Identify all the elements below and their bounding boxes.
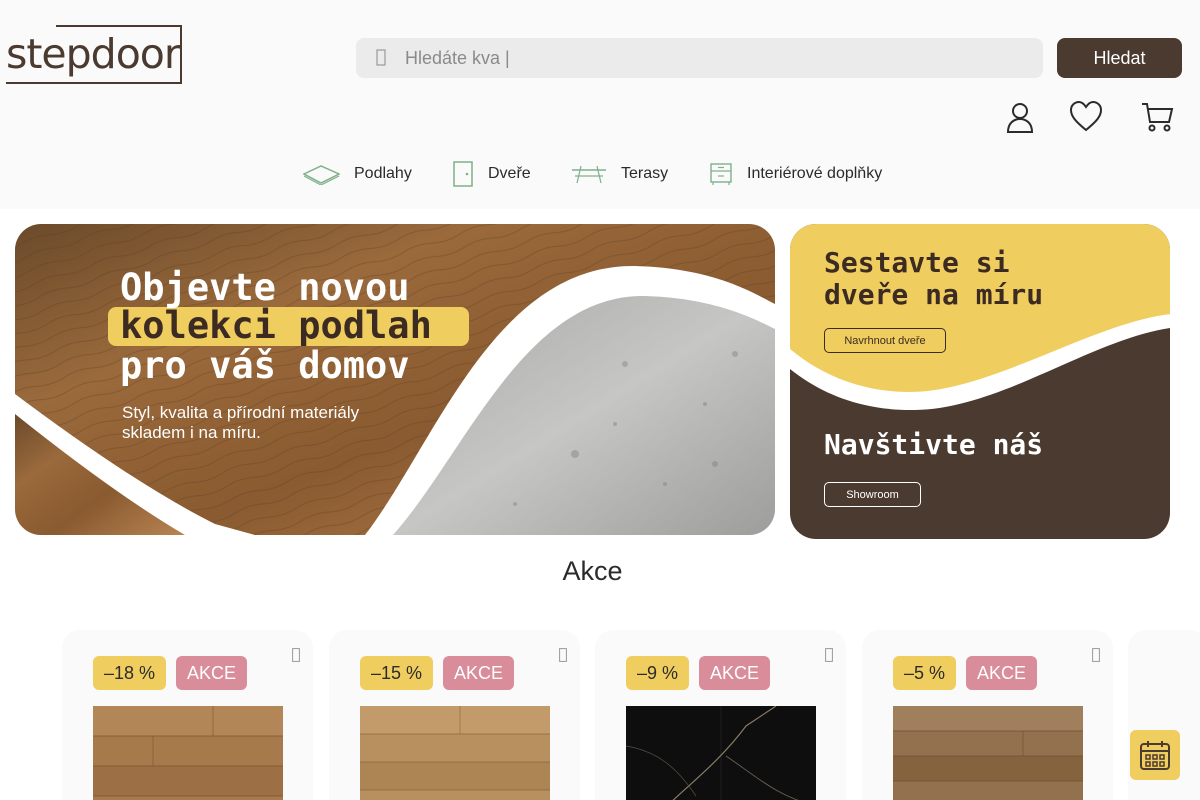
product-image[interactable] [93, 706, 283, 800]
search-button[interactable]: Hledat [1057, 38, 1182, 78]
product-image[interactable] [893, 706, 1083, 800]
nav-item-terasy[interactable]: Terasy [571, 158, 668, 190]
wishlist-icon[interactable] [292, 648, 300, 662]
nav-label: Podlahy [354, 165, 412, 182]
discount-badge: –15 % [360, 656, 434, 690]
sale-badge: AKCE [176, 656, 248, 690]
hero-title-line3: pro váš domov [120, 344, 410, 387]
floor-icon [303, 163, 340, 185]
logo[interactable]: stepdoor [4, 25, 182, 84]
search-icon [376, 49, 386, 66]
calendar-button[interactable] [1130, 730, 1180, 780]
hero-subtitle-line2: skladem i na míru. [122, 423, 261, 442]
logo-text: stepdoor [6, 30, 181, 78]
calendar-icon [1140, 741, 1170, 770]
side-title-line3: Navštivte náš [824, 428, 1044, 461]
nav-item-podlahy[interactable]: Podlahy [303, 158, 412, 190]
hero-title-line2: kolekci podlah [120, 304, 432, 347]
discount-badge: –5 % [893, 656, 957, 690]
product-card[interactable]: –15 % AKCE [329, 630, 580, 800]
discount-badge: –9 % [626, 656, 690, 690]
side-title-line2: dveře na míru [824, 278, 1044, 311]
discount-badge: –18 % [93, 656, 167, 690]
sale-badge: AKCE [966, 656, 1038, 690]
sale-badge: AKCE [699, 656, 771, 690]
product-image[interactable] [360, 706, 550, 800]
section-title: Akce [562, 556, 623, 586]
wishlist-icon[interactable] [1092, 648, 1100, 662]
nav-label: Interiérové doplňky [747, 165, 883, 182]
side-banner: Sestavte si dveře na míru Navrhnout dveř… [790, 224, 1170, 539]
showroom-button[interactable]: Showroom [824, 482, 921, 507]
search-input[interactable] [405, 38, 1025, 78]
sale-badge: AKCE [443, 656, 515, 690]
nav-item-dvere[interactable]: Dveře [452, 158, 531, 190]
product-card[interactable]: –9 % AKCE [595, 630, 846, 800]
nav-item-interierove-doplnky[interactable]: Interiérové doplňky [709, 158, 882, 190]
hero-title-line1: Objevte novou [120, 266, 410, 309]
nav-label: Dveře [488, 165, 531, 182]
terrace-icon [571, 164, 607, 184]
hero-banner[interactable]: Objevte novou kolekci podlah pro váš dom… [15, 224, 775, 535]
wishlist-icon[interactable] [559, 648, 567, 662]
product-card[interactable]: –18 % AKCE [62, 630, 313, 800]
product-card[interactable]: –5 % AKCE [862, 630, 1113, 800]
design-door-button[interactable]: Navrhnout dveře [824, 328, 946, 353]
hero-subtitle-line1: Styl, kvalita a přírodní materiály [122, 403, 360, 422]
product-image[interactable] [626, 706, 816, 800]
search-box [356, 38, 1043, 78]
cart-icon[interactable] [1140, 100, 1174, 134]
account-icon[interactable] [1003, 100, 1037, 134]
nav-label: Terasy [621, 165, 669, 182]
door-icon [452, 161, 474, 187]
cabinet-icon [709, 162, 733, 186]
wishlist-icon[interactable] [825, 648, 833, 662]
site-header: stepdoor Hledat Podlahy Dveře Terasy [0, 0, 1200, 209]
heart-icon[interactable] [1069, 100, 1103, 134]
side-title-line1: Sestavte si [824, 246, 1010, 279]
